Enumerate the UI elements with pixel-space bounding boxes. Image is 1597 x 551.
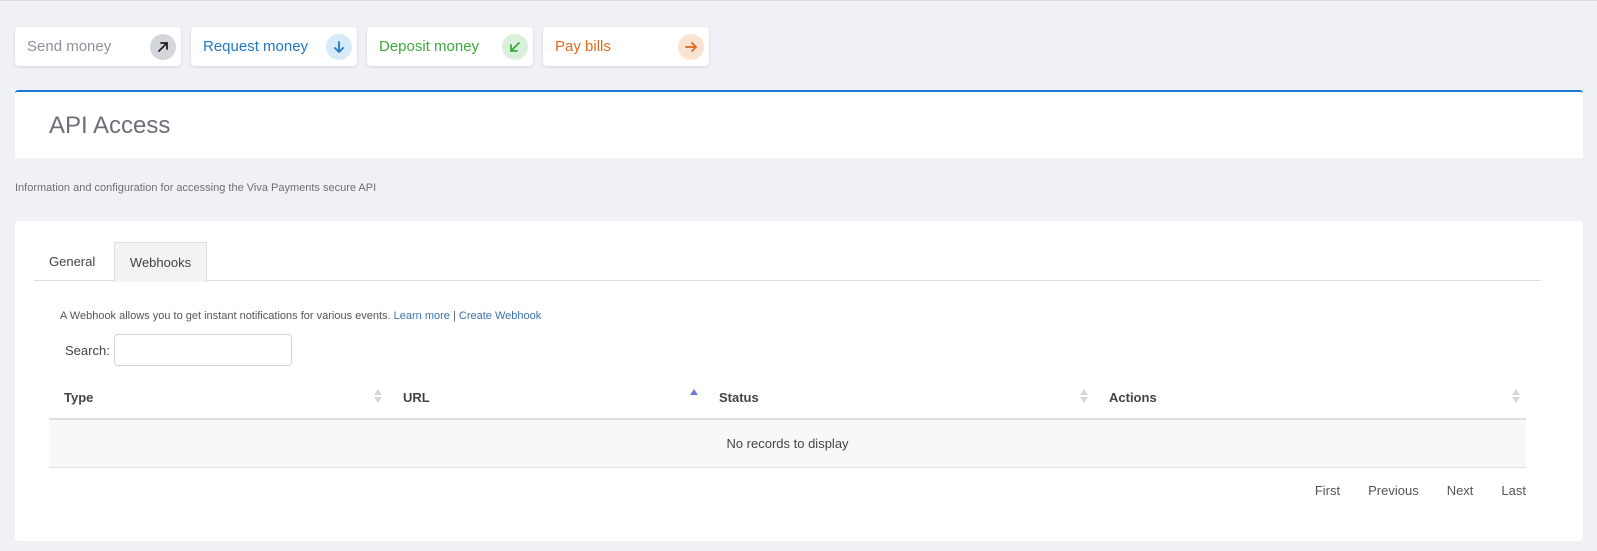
learn-more-link[interactable]: Learn more [394, 310, 450, 322]
sort-icon[interactable] [1512, 389, 1520, 405]
send-money-button[interactable]: Send money [15, 27, 181, 66]
request-money-button[interactable]: Request money [191, 27, 357, 66]
webhooks-table: Type URL Status Actions No records to di… [49, 378, 1526, 468]
api-access-panel: General Webhooks A Webhook allows you to… [15, 221, 1583, 541]
sort-icon[interactable] [1080, 389, 1088, 405]
page-subtitle: Information and configuration for access… [15, 182, 377, 194]
webhook-info: A Webhook allows you to get instant noti… [60, 310, 541, 322]
first-page-button[interactable]: First [1301, 483, 1354, 498]
arrow-right-icon [678, 33, 704, 60]
last-page-button[interactable]: Last [1487, 483, 1526, 498]
search-input[interactable] [114, 334, 292, 366]
deposit-money-button[interactable]: Deposit money [367, 27, 533, 66]
tab-bar: General Webhooks [34, 242, 1541, 282]
column-header-actions[interactable]: Actions [1109, 378, 1157, 418]
next-page-button[interactable]: Next [1433, 483, 1488, 498]
send-money-label: Send money [27, 38, 112, 55]
column-header-status[interactable]: Status [719, 378, 759, 418]
pay-bills-label: Pay bills [555, 38, 611, 55]
request-money-label: Request money [203, 38, 309, 55]
column-header-url[interactable]: URL [403, 378, 430, 418]
arrow-up-right-icon [150, 33, 176, 60]
empty-table-message: No records to display [49, 420, 1526, 468]
page-title: API Access [49, 112, 171, 139]
page-header: API Access [15, 90, 1583, 158]
search-label: Search: [65, 343, 110, 358]
deposit-money-label: Deposit money [379, 38, 480, 55]
previous-page-button[interactable]: Previous [1354, 483, 1433, 498]
sort-icon[interactable] [374, 389, 382, 405]
arrow-down-icon [326, 33, 352, 60]
webhook-info-text: A Webhook allows you to get instant noti… [60, 310, 391, 322]
link-separator: | [452, 310, 456, 322]
arrow-down-left-icon [502, 33, 528, 60]
sort-ascending-icon[interactable] [690, 389, 698, 405]
tab-webhooks[interactable]: Webhooks [114, 242, 207, 282]
column-header-type[interactable]: Type [64, 378, 93, 418]
tab-general[interactable]: General [49, 242, 95, 282]
pay-bills-button[interactable]: Pay bills [543, 27, 709, 66]
table-header: Type URL Status Actions [49, 378, 1526, 420]
create-webhook-link[interactable]: Create Webhook [459, 310, 541, 322]
pagination: First Previous Next Last [1301, 483, 1526, 498]
quick-actions-bar: Send money Request money Deposit money P… [15, 27, 709, 66]
